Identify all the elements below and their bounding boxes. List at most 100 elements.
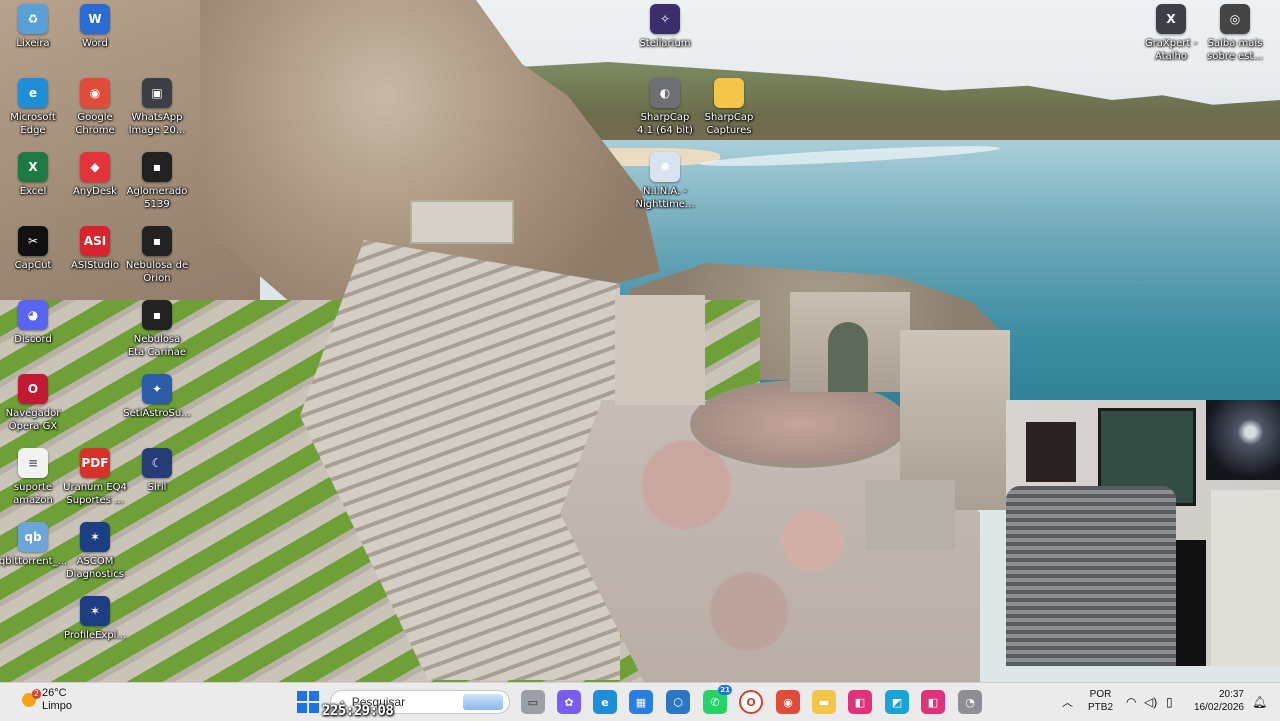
taskbar-whatsapp-icon[interactable]: ✆ 21 bbox=[703, 685, 732, 714]
desktop-icon[interactable]: ▪ Nebulosa Eta Carinae bbox=[124, 300, 190, 359]
network-icon[interactable]: ◠ bbox=[1126, 683, 1136, 721]
clock[interactable]: 20:37 16/02/2026 bbox=[1188, 688, 1244, 714]
webcam-galaxy-poster bbox=[1206, 400, 1280, 480]
start-button[interactable] bbox=[297, 691, 319, 713]
desktop-icon[interactable]: ♻ Lixeira bbox=[0, 4, 66, 50]
desktop-icon[interactable]: SharpCap Captures bbox=[696, 78, 762, 137]
ascom-icon: ✶ bbox=[80, 522, 110, 552]
desktop-icon[interactable]: ✦ SetiAstroSu... bbox=[123, 374, 191, 420]
desktop-icon[interactable]: ✂ CapCut bbox=[0, 226, 66, 272]
taskbar-opera-gx-icon[interactable]: O bbox=[739, 690, 763, 714]
battery-icon[interactable]: ▯ bbox=[1166, 683, 1173, 721]
desktop-icon-label: Discord bbox=[14, 334, 52, 345]
desktop-icon[interactable]: ☾ Siril bbox=[124, 448, 190, 494]
taskbar-app-gray-icon[interactable]: ◔ bbox=[958, 690, 982, 714]
desktop-icon[interactable]: ✶ ASCOM Diagnostics bbox=[62, 522, 128, 581]
taskbar-store-icon[interactable]: ▦ bbox=[629, 690, 653, 714]
taskbar-chrome-icon[interactable]: ◉ bbox=[776, 690, 800, 714]
taskbar-copilot-icon[interactable]: ✿ bbox=[557, 690, 581, 714]
desktop-icon[interactable]: ◎ Saiba mais sobre est... bbox=[1202, 4, 1268, 63]
taskbar-file-explorer-icon[interactable]: ▬ bbox=[812, 690, 836, 714]
desktop-icon-label: WhatsApp Image 20... bbox=[128, 112, 186, 136]
image-file-icon: ▣ bbox=[142, 78, 172, 108]
taskbar: 2 26°C Limpo ⌕ Pesquisar 225:29:08 ▭ ✿ e ▦ ⬡… bbox=[0, 682, 1280, 721]
desktop-icon-label: Google Chrome bbox=[75, 112, 115, 136]
folder-icon bbox=[714, 78, 744, 108]
desktop-icon[interactable]: qb qbittorrent_... bbox=[0, 522, 67, 568]
desktop-icon-label: SharpCap 4.1 (64 bit) bbox=[637, 112, 693, 136]
desktop-icon-label: Nebulosa Eta Carinae bbox=[127, 334, 187, 358]
desktop-icon[interactable]: ◕ Discord bbox=[0, 300, 66, 346]
desktop-icon-label: Uranum EQ4 Suportes ... bbox=[63, 482, 127, 506]
taskbar-app-pink-1-icon[interactable]: ◧ bbox=[848, 690, 872, 714]
desktop-icon[interactable]: ✧ Stellarium bbox=[632, 4, 698, 50]
desktop-icon[interactable]: e Microsoft Edge bbox=[0, 78, 66, 137]
excel-icon: X bbox=[18, 152, 48, 182]
image-file-icon: ▪ bbox=[142, 226, 172, 256]
desktop-icon[interactable]: PDF Uranum EQ4 Suportes ... bbox=[62, 448, 128, 507]
capcut-icon: ✂ bbox=[18, 226, 48, 256]
desktop-icon[interactable]: X Excel bbox=[0, 152, 66, 198]
taskbar-vpn-icon[interactable]: ⬡ bbox=[666, 690, 690, 714]
desktop-icon-label: Stellarium bbox=[639, 38, 691, 49]
sun-icon: 2 bbox=[22, 689, 41, 707]
windows-logo-icon bbox=[297, 691, 307, 701]
desktop-icon[interactable]: ✶ ProfileExpl... bbox=[62, 596, 128, 642]
weather-condition: Limpo bbox=[42, 700, 72, 712]
webcam-side-wall bbox=[1211, 490, 1280, 666]
graxpert-icon: X bbox=[1156, 4, 1186, 34]
show-hidden-icons-button[interactable]: ︿ bbox=[1062, 683, 1073, 721]
desktop-icon[interactable]: ◐ SharpCap 4.1 (64 bit) bbox=[632, 78, 698, 137]
qbittorrent-icon: qb bbox=[18, 522, 48, 552]
ascom-icon: ✶ bbox=[80, 596, 110, 626]
nina-icon: ✺ bbox=[650, 152, 680, 182]
desktop-icon[interactable]: ▪ Aglomerado 5139 bbox=[124, 152, 190, 211]
webcam-shelf bbox=[1026, 422, 1076, 482]
clock-date: 16/02/2026 bbox=[1193, 702, 1244, 713]
search-highlight-icon bbox=[463, 694, 503, 710]
desktop-icon[interactable]: ▣ WhatsApp Image 20... bbox=[124, 78, 190, 137]
notification-badge: 21 bbox=[718, 685, 732, 695]
desktop-icon[interactable]: ASI ASIStudio bbox=[62, 226, 128, 272]
desktop-icon[interactable]: ▪ Nebulosa de Órion bbox=[124, 226, 190, 285]
language-indicator[interactable]: POR PTB2 bbox=[1088, 688, 1113, 714]
image-file-icon: ▪ bbox=[142, 300, 172, 330]
weather-temp: 26°C bbox=[42, 687, 67, 699]
desktop-icon-label: Excel bbox=[19, 186, 47, 197]
desktop-icon-label: Aglomerado 5139 bbox=[126, 186, 188, 210]
desktop-icon-label: Saiba mais sobre est... bbox=[1207, 38, 1263, 62]
desktop-icon-label: GraXpert - Atalho bbox=[1144, 38, 1198, 62]
pdf-icon: PDF bbox=[80, 448, 110, 478]
chrome-icon: ◉ bbox=[80, 78, 110, 108]
webcam-chair bbox=[1006, 486, 1176, 666]
image-file-icon: ▪ bbox=[142, 152, 172, 182]
taskbar-app-blue-icon[interactable]: ◩ bbox=[885, 690, 909, 714]
notifications-bell-icon[interactable]: 🔔︎ bbox=[1252, 683, 1267, 721]
taskbar-app-pink-2-icon[interactable]: ◧ bbox=[921, 690, 945, 714]
wallpaper-pillar bbox=[615, 295, 705, 405]
wallpaper-stage bbox=[690, 380, 908, 468]
chevron-up-icon: ︿ bbox=[1062, 697, 1073, 709]
taskbar-edge-icon[interactable]: e bbox=[593, 690, 617, 714]
text-file-icon: ≡ bbox=[18, 448, 48, 478]
desktop-icon[interactable]: ◆ AnyDesk bbox=[62, 152, 128, 198]
anydesk-icon: ◆ bbox=[80, 152, 110, 182]
desktop-icon[interactable]: W Word bbox=[62, 4, 128, 50]
desktop-icon[interactable]: ≡ suporte amazon bbox=[0, 448, 66, 507]
desktop-icon-label: suporte amazon bbox=[13, 482, 53, 506]
desktop-icon-label: Microsoft Edge bbox=[10, 112, 56, 136]
weather-widget[interactable]: 2 26°C Limpo bbox=[22, 687, 72, 713]
desktop-icon[interactable]: O Navegador Opera GX bbox=[0, 374, 66, 433]
desktop-icon[interactable]: ✺ N.I.N.A. - Nighttime... bbox=[632, 152, 698, 211]
desktop-icon-label: Navegador Opera GX bbox=[5, 408, 61, 432]
weather-badge: 2 bbox=[31, 689, 41, 699]
edge-icon: e bbox=[18, 78, 48, 108]
desktop-icon-label: ASIStudio bbox=[71, 260, 119, 271]
volume-icon[interactable]: ◁) bbox=[1144, 683, 1157, 721]
asistudio-icon: ASI bbox=[80, 226, 110, 256]
desktop-icon[interactable]: X GraXpert - Atalho bbox=[1138, 4, 1204, 63]
desktop-icon-label: ProfileExpl... bbox=[64, 630, 126, 641]
desktop-icon[interactable]: ◉ Google Chrome bbox=[62, 78, 128, 137]
taskbar-task-view-icon[interactable]: ▭ bbox=[521, 690, 545, 714]
desktop-icon-label: AnyDesk bbox=[73, 186, 117, 197]
